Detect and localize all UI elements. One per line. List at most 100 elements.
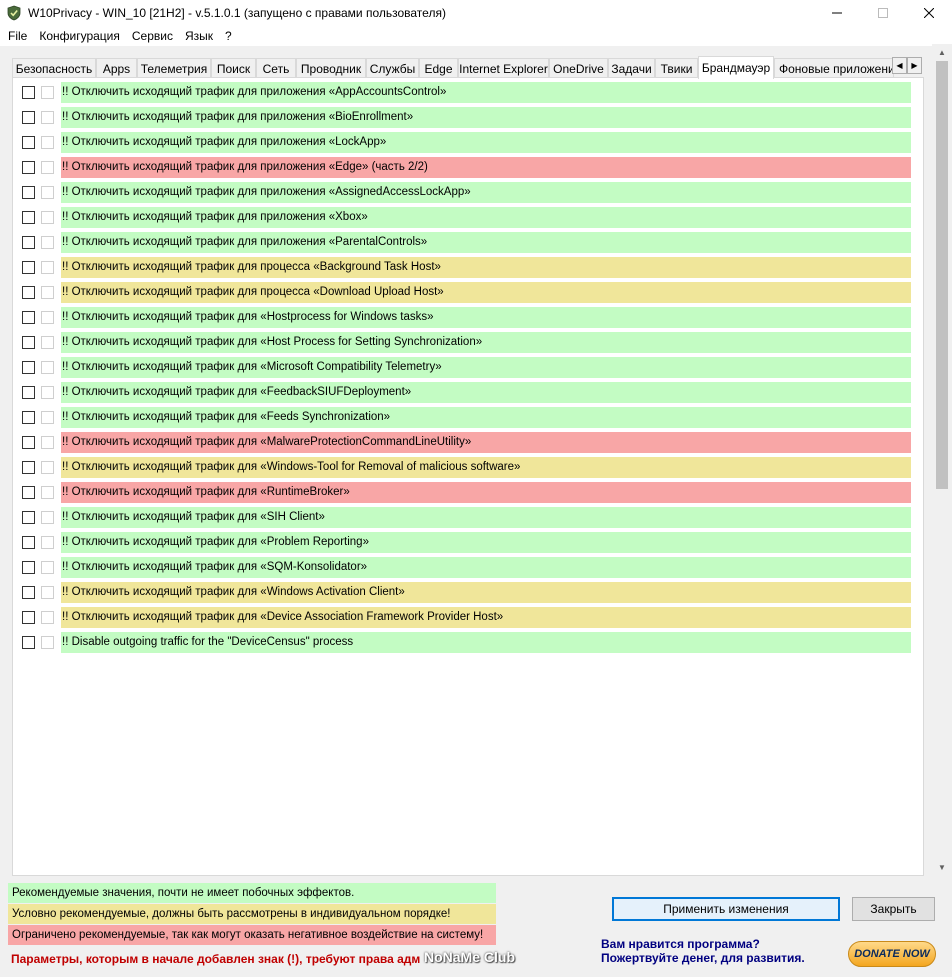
tab-scroll-right-button[interactable]: ▶ [907, 57, 922, 74]
rule-label[interactable]: !! Отключить исходящий трафик для «Probl… [61, 532, 911, 553]
rule-label[interactable]: !! Отключить исходящий трафик для «Feedb… [61, 382, 911, 403]
rule-checkbox[interactable] [22, 636, 35, 649]
tab-internet-explorer[interactable]: Internet Explorer [458, 58, 549, 78]
close-icon [924, 8, 934, 18]
firewall-rule-row: !! Отключить исходящий трафик для прилож… [21, 157, 923, 178]
rule-checkbox[interactable] [22, 336, 35, 349]
vertical-scrollbar[interactable]: ▲ ▼ [932, 44, 952, 876]
tab-background-apps[interactable]: Фоновые приложения [774, 58, 894, 78]
maximize-button[interactable] [860, 0, 906, 26]
rule-label[interactable]: !! Отключить исходящий трафик для «Feeds… [61, 407, 911, 428]
rule-checkbox[interactable] [22, 361, 35, 374]
rule-label[interactable]: !! Отключить исходящий трафик для прилож… [61, 182, 911, 203]
firewall-rule-row: !! Отключить исходящий трафик для прилож… [21, 132, 923, 153]
rule-label[interactable]: !! Отключить исходящий трафик для «SQM-K… [61, 557, 911, 578]
firewall-rule-row: !! Отключить исходящий трафик для «Probl… [21, 532, 923, 553]
tab-tasks[interactable]: Задачи [608, 58, 655, 78]
rule-label[interactable]: !! Disable outgoing traffic for the "Dev… [61, 632, 911, 653]
tab-security[interactable]: Безопасность [12, 58, 96, 78]
tab-edge[interactable]: Edge [419, 58, 458, 78]
rule-checkbox[interactable] [22, 236, 35, 249]
rule-checkbox[interactable] [22, 186, 35, 199]
scroll-up-button[interactable]: ▲ [932, 44, 952, 61]
rule-checkbox[interactable] [22, 461, 35, 474]
tab-explorer[interactable]: Проводник [296, 58, 366, 78]
tab-scroll-left-button[interactable]: ◀ [892, 57, 907, 74]
rule-checkbox[interactable] [22, 136, 35, 149]
rule-recommended-checkbox [41, 511, 54, 524]
tab-search[interactable]: Поиск [211, 58, 256, 78]
tab-apps[interactable]: Apps [96, 58, 137, 78]
firewall-rule-row: !! Отключить исходящий трафик для процес… [21, 257, 923, 278]
arrow-left-icon: ◀ [896, 61, 903, 70]
rule-label[interactable]: !! Отключить исходящий трафик для прилож… [61, 132, 911, 153]
rule-checkbox[interactable] [22, 161, 35, 174]
tab-network[interactable]: Сеть [256, 58, 296, 78]
rule-label[interactable]: !! Отключить исходящий трафик для прилож… [61, 82, 911, 103]
minimize-button[interactable] [814, 0, 860, 26]
rule-label[interactable]: !! Отключить исходящий трафик для процес… [61, 257, 911, 278]
tab-tweaks[interactable]: Твики [655, 58, 698, 78]
rule-recommended-checkbox [41, 236, 54, 249]
rule-recommended-checkbox [41, 536, 54, 549]
menu-help[interactable]: ? [219, 29, 238, 43]
rule-checkbox[interactable] [22, 611, 35, 624]
arrow-up-icon: ▲ [938, 48, 946, 57]
rule-recommended-checkbox [41, 86, 54, 99]
rule-label[interactable]: !! Отключить исходящий трафик для прилож… [61, 232, 911, 253]
rule-label[interactable]: !! Отключить исходящий трафик для прилож… [61, 107, 911, 128]
rule-checkbox[interactable] [22, 436, 35, 449]
rule-checkbox[interactable] [22, 261, 35, 274]
rule-checkbox[interactable] [22, 486, 35, 499]
rule-label[interactable]: !! Отключить исходящий трафик для «Runti… [61, 482, 911, 503]
rule-checkbox[interactable] [22, 86, 35, 99]
firewall-rule-row: !! Disable outgoing traffic for the "Dev… [21, 632, 923, 653]
shield-check-icon [7, 5, 21, 21]
rule-label[interactable]: !! Отключить исходящий трафик для «Micro… [61, 357, 911, 378]
rule-label[interactable]: !! Отключить исходящий трафик для «Host … [61, 332, 911, 353]
firewall-rule-row: !! Отключить исходящий трафик для «Micro… [21, 357, 923, 378]
firewall-rule-row: !! Отключить исходящий трафик для прилож… [21, 232, 923, 253]
rule-checkbox[interactable] [22, 286, 35, 299]
rule-checkbox[interactable] [22, 511, 35, 524]
rule-checkbox[interactable] [22, 311, 35, 324]
donate-button[interactable]: DONATE NOW [848, 941, 936, 967]
apply-changes-button[interactable]: Применить изменения [612, 897, 840, 921]
tab-services[interactable]: Службы [366, 58, 419, 78]
menu-file[interactable]: File [2, 29, 33, 43]
rule-checkbox[interactable] [22, 561, 35, 574]
rule-label[interactable]: !! Отключить исходящий трафик для «Malwa… [61, 432, 911, 453]
tab-firewall[interactable]: Брандмауэр [698, 56, 774, 79]
rule-recommended-checkbox [41, 561, 54, 574]
rule-recommended-checkbox [41, 611, 54, 624]
rule-recommended-checkbox [41, 436, 54, 449]
rule-label[interactable]: !! Отключить исходящий трафик для «Hostp… [61, 307, 911, 328]
menu-language[interactable]: Язык [179, 29, 219, 43]
tab-onedrive[interactable]: OneDrive [549, 58, 608, 78]
tab-telemetry[interactable]: Телеметрия [137, 58, 211, 78]
rule-label[interactable]: !! Отключить исходящий трафик для прилож… [61, 157, 911, 178]
rule-label[interactable]: !! Отключить исходящий трафик для процес… [61, 282, 911, 303]
menu-service[interactable]: Сервис [126, 29, 179, 43]
firewall-rule-row: !! Отключить исходящий трафик для прилож… [21, 107, 923, 128]
menu-configuration[interactable]: Конфигурация [33, 29, 126, 43]
rule-label[interactable]: !! Отключить исходящий трафик для прилож… [61, 207, 911, 228]
rule-label[interactable]: !! Отключить исходящий трафик для «Devic… [61, 607, 911, 628]
scroll-down-button[interactable]: ▼ [932, 859, 952, 876]
scrollbar-thumb[interactable] [936, 61, 948, 489]
rule-checkbox[interactable] [22, 411, 35, 424]
rule-label[interactable]: !! Отключить исходящий трафик для «Windo… [61, 582, 911, 603]
rule-checkbox[interactable] [22, 111, 35, 124]
rule-checkbox[interactable] [22, 386, 35, 399]
rule-recommended-checkbox [41, 386, 54, 399]
rule-checkbox[interactable] [22, 536, 35, 549]
rule-label[interactable]: !! Отключить исходящий трафик для «Windo… [61, 457, 911, 478]
promo-line-1: Вам нравится программа? [601, 937, 760, 951]
rule-checkbox[interactable] [22, 211, 35, 224]
rule-label[interactable]: !! Отключить исходящий трафик для «SIH C… [61, 507, 911, 528]
rule-checkbox[interactable] [22, 586, 35, 599]
close-button[interactable]: Закрыть [852, 897, 935, 921]
rule-recommended-checkbox [41, 161, 54, 174]
close-window-button[interactable] [906, 0, 952, 26]
tab-strip: Безопасность Apps Телеметрия Поиск Сеть … [12, 56, 924, 79]
